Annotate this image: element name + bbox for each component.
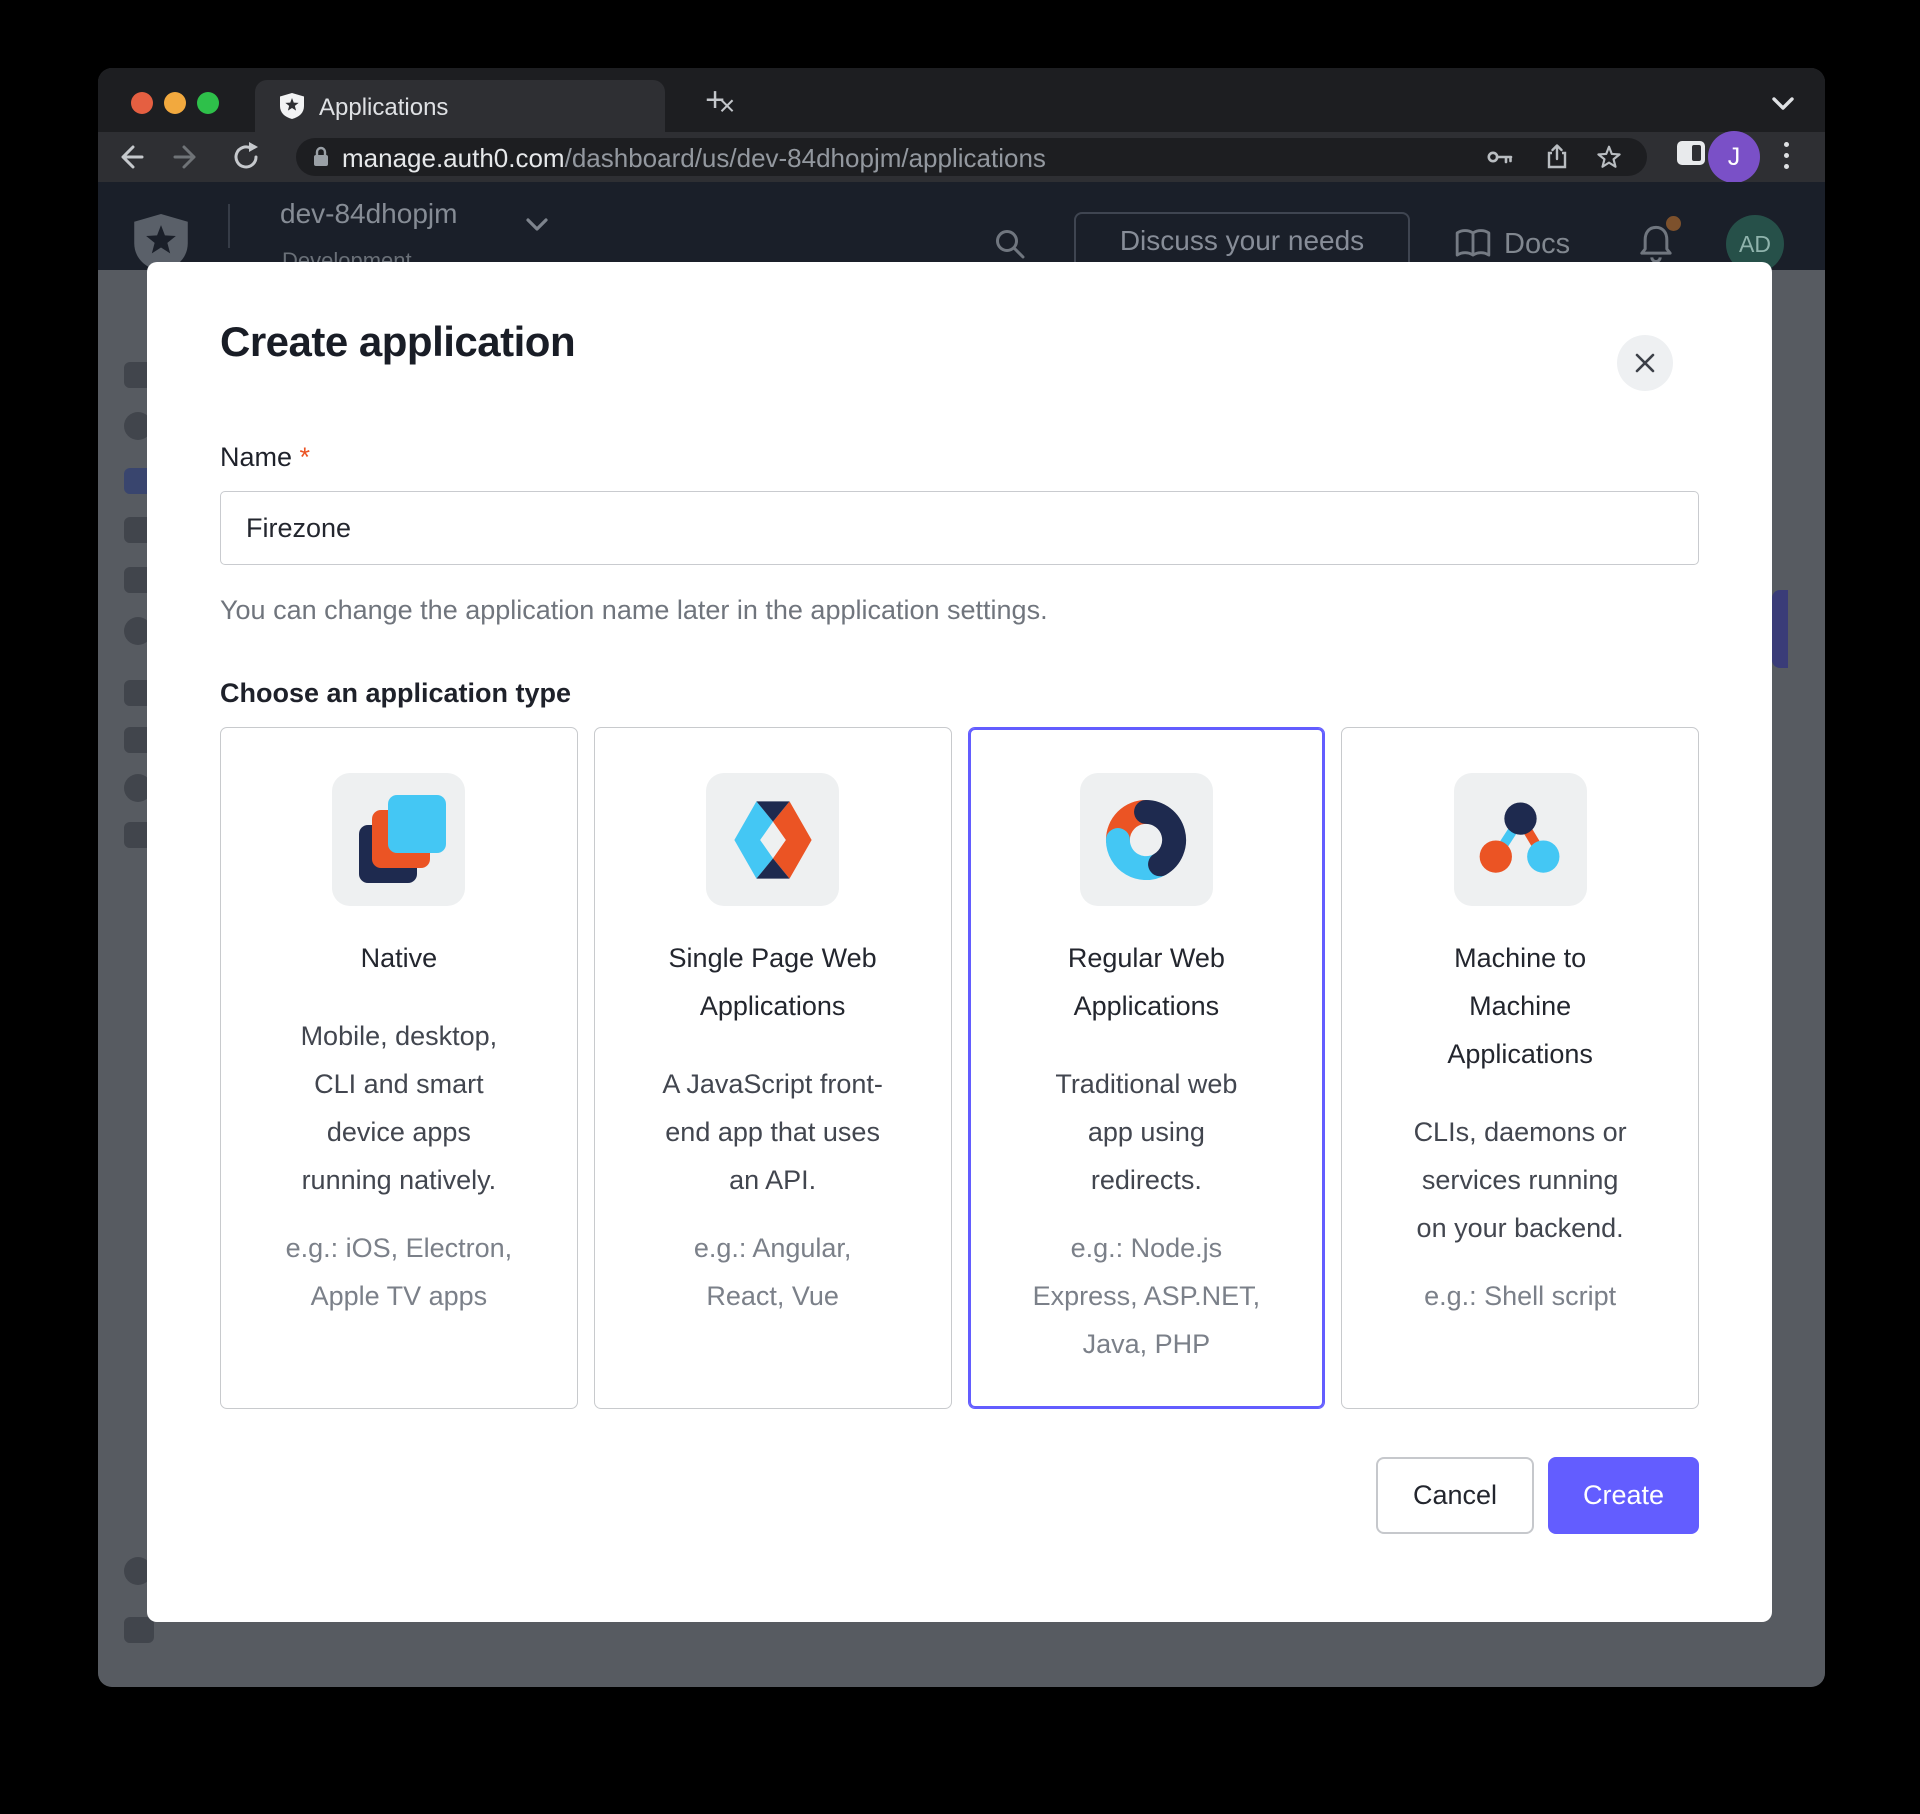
create-application-modal: Create application Name * You can change… bbox=[147, 262, 1772, 1622]
card-title: Machine to Machine Applications bbox=[1447, 943, 1593, 1069]
card-examples: e.g.: iOS, Electron, Apple TV apps bbox=[285, 1233, 513, 1311]
card-examples: e.g.: Shell script bbox=[1424, 1281, 1617, 1311]
reload-icon[interactable] bbox=[229, 140, 263, 174]
card-title: Native bbox=[360, 943, 438, 973]
card-description: CLIs, daemons or services running on your … bbox=[1413, 1117, 1627, 1243]
name-help-text: You can change the application name late… bbox=[220, 595, 1048, 625]
card-title: Regular Web Applications bbox=[1067, 943, 1225, 1021]
browser-tab[interactable]: Applications × bbox=[255, 80, 735, 132]
card-title: Single Page Web Applications bbox=[668, 943, 877, 1021]
search-icon[interactable] bbox=[992, 226, 1028, 262]
macos-close-button[interactable] bbox=[131, 92, 153, 114]
tab-title: Applications bbox=[319, 94, 449, 121]
docs-link[interactable]: Docs bbox=[1504, 228, 1570, 261]
card-examples: e.g.: Angular, React, Vue bbox=[693, 1233, 852, 1311]
browser-profile-avatar[interactable]: J bbox=[1708, 131, 1760, 183]
browser-menu-icon[interactable] bbox=[1780, 140, 1792, 174]
name-field-label: Name * bbox=[220, 442, 311, 472]
new-tab-button[interactable]: + bbox=[698, 83, 732, 118]
sidebar-icon bbox=[124, 1617, 154, 1643]
padlock-icon[interactable] bbox=[310, 146, 332, 168]
card-description: A JavaScript front-end app that uses an A… bbox=[662, 1069, 883, 1195]
card-native[interactable]: Native Mobile, desktop, CLI and smart devi… bbox=[220, 727, 578, 1409]
tab-search-chevron-icon[interactable] bbox=[1766, 94, 1800, 114]
header-divider bbox=[228, 204, 230, 248]
share-icon[interactable] bbox=[1543, 144, 1571, 170]
browser-window: Applications × + manage.auth0.com/dashbo… bbox=[98, 68, 1825, 1687]
modal-title: Create application bbox=[220, 318, 576, 365]
url-host: manage.auth0.com bbox=[342, 143, 565, 173]
macos-minimize-button[interactable] bbox=[164, 92, 186, 114]
create-button[interactable]: Create bbox=[1548, 1457, 1699, 1534]
passwords-key-icon[interactable] bbox=[1486, 144, 1514, 170]
modal-close-button[interactable] bbox=[1617, 335, 1673, 391]
browser-toolbar: manage.auth0.com/dashboard/us/dev-84dhop… bbox=[98, 131, 1825, 183]
macos-zoom-button[interactable] bbox=[197, 92, 219, 114]
application-name-input[interactable] bbox=[220, 491, 1699, 565]
back-icon[interactable] bbox=[112, 140, 146, 174]
tenant-chevron-down-icon[interactable] bbox=[523, 216, 551, 234]
auth0-favicon-icon bbox=[279, 93, 305, 119]
url-path: /dashboard/us/dev-84dhopjm/applications bbox=[564, 143, 1046, 173]
close-icon bbox=[1635, 353, 1655, 373]
browser-tab-bar: Applications × + bbox=[98, 68, 1825, 132]
card-regular-web[interactable]: Regular Web Applications Traditional web a… bbox=[967, 727, 1326, 1409]
card-description: Mobile, desktop, CLI and smart device apps… bbox=[300, 1021, 498, 1195]
m2m-nodes-icon bbox=[1453, 773, 1587, 906]
auth0-header: dev-84dhopjm Development Discuss your ne… bbox=[98, 182, 1825, 270]
notification-badge bbox=[1666, 216, 1681, 231]
application-type-heading: Choose an application type bbox=[220, 678, 572, 708]
url-text: manage.auth0.com/dashboard/us/dev-84dhop… bbox=[342, 143, 1046, 174]
native-stack-icon bbox=[332, 773, 466, 906]
bookmark-star-icon[interactable] bbox=[1595, 144, 1623, 170]
forward-icon[interactable] bbox=[171, 140, 205, 174]
docs-book-icon bbox=[1454, 228, 1492, 260]
card-description: Traditional web app using redirects. bbox=[1055, 1069, 1238, 1195]
side-panel-icon[interactable] bbox=[1677, 141, 1705, 165]
spa-diamond-icon bbox=[706, 773, 840, 906]
cancel-button[interactable]: Cancel bbox=[1376, 1457, 1534, 1534]
card-examples: e.g.: Node.js Express, ASP.NET, Java, PHP bbox=[1032, 1233, 1261, 1359]
required-asterisk: * bbox=[299, 442, 311, 472]
card-machine-to-machine[interactable]: Machine to Machine Applications CLIs, daem… bbox=[1341, 727, 1699, 1409]
modal-footer: Cancel Create bbox=[220, 1457, 1699, 1534]
tenant-name[interactable]: dev-84dhopjm bbox=[280, 198, 457, 230]
application-type-cards: Native Mobile, desktop, CLI and smart devi… bbox=[220, 727, 1699, 1409]
address-bar[interactable]: manage.auth0.com/dashboard/us/dev-84dhop… bbox=[296, 138, 1647, 176]
card-single-page-web[interactable]: Single Page Web Applications A JavaScript… bbox=[593, 727, 952, 1409]
create-application-button-partial bbox=[1772, 590, 1788, 668]
regular-web-swirl-icon bbox=[1079, 773, 1213, 906]
